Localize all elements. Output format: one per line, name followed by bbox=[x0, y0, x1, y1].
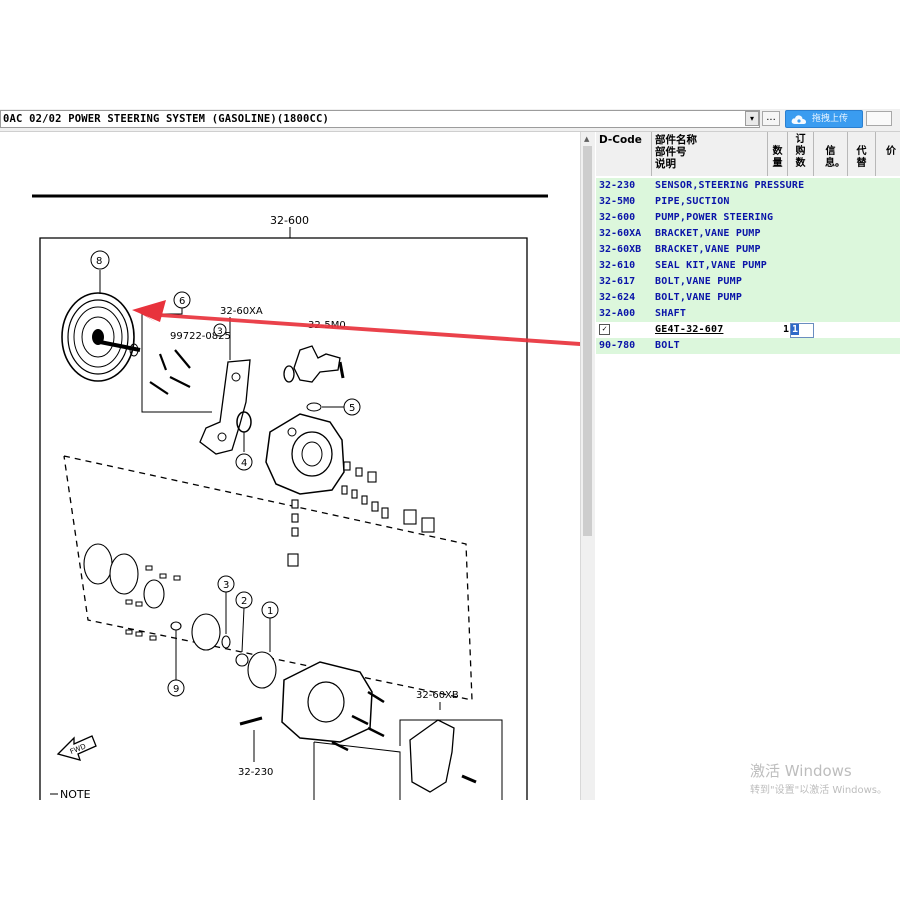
app-window: 0AC 02/02 POWER STEERING SYSTEM (GASOLIN… bbox=[0, 103, 900, 800]
table-row[interactable]: 32-624 BOLT,VANE PUMP bbox=[596, 290, 900, 306]
parts-list-panel: D-Code 部件名称 部件号 说明 数量 订购数 信息。 代替 价 32-23… bbox=[596, 132, 900, 800]
diagram-scrollbar[interactable]: ▲ bbox=[580, 132, 595, 800]
parts-table-header: D-Code 部件名称 部件号 说明 数量 订购数 信息。 代替 价 bbox=[596, 132, 900, 177]
pulley-part bbox=[61, 292, 141, 382]
table-row[interactable]: 32-600 PUMP,POWER STEERING bbox=[596, 210, 900, 226]
fwd-arrow-icon: FWD bbox=[56, 735, 97, 761]
chevron-down-icon[interactable]: ▾ bbox=[745, 111, 759, 126]
scrollbar-thumb[interactable] bbox=[583, 146, 592, 536]
more-button[interactable]: ... bbox=[762, 111, 780, 126]
label-32-230: 32-230 bbox=[238, 767, 273, 778]
table-row[interactable]: 32-617 BOLT,VANE PUMP bbox=[596, 274, 900, 290]
pump-internals bbox=[83, 543, 277, 689]
column-price[interactable]: 价 bbox=[876, 132, 900, 176]
callout-8: 8 bbox=[96, 256, 102, 267]
callout-9: 9 bbox=[173, 684, 179, 695]
pump-body bbox=[265, 413, 345, 495]
row-checkbox[interactable]: ✓ bbox=[599, 324, 610, 335]
callout-5: 5 bbox=[349, 403, 355, 414]
callout-3b: 3 bbox=[223, 580, 229, 591]
rear-housing bbox=[281, 661, 401, 800]
label-32-60XB: 32-60XB bbox=[416, 690, 459, 701]
parts-table-body: 32-230 SENSOR,STEERING PRESSURE 32-5M0 P… bbox=[596, 176, 900, 800]
callout-6: 6 bbox=[179, 296, 185, 307]
column-info[interactable]: 信息。 bbox=[814, 132, 848, 176]
table-row[interactable]: 32-230 SENSOR,STEERING PRESSURE bbox=[596, 178, 900, 194]
blank-button[interactable] bbox=[866, 111, 892, 126]
column-order-qty[interactable]: 订购数 bbox=[788, 132, 814, 176]
toolbar: 0AC 02/02 POWER STEERING SYSTEM (GASOLIN… bbox=[0, 109, 900, 132]
page-background bbox=[0, 800, 900, 900]
windows-activation-watermark: 激活 Windows 转到"设置"以激活 Windows。 bbox=[750, 762, 888, 796]
table-row[interactable]: 32-60XB BRACKET,VANE PUMP bbox=[596, 242, 900, 258]
table-row[interactable]: 32-60XA BRACKET,VANE PUMP bbox=[596, 226, 900, 242]
column-substitute[interactable]: 代替 bbox=[848, 132, 876, 176]
callout-4: 4 bbox=[241, 458, 247, 469]
callout-2: 2 bbox=[241, 596, 247, 607]
exploded-view-drawing: 32-600 8 6 99722-0825 32-60XA 3 4 5 3 2 … bbox=[32, 194, 580, 800]
column-quantity[interactable]: 数量 bbox=[768, 132, 788, 176]
parts-diagram[interactable]: 32-600 8 6 99722-0825 32-60XA 3 4 5 3 2 … bbox=[0, 132, 580, 800]
table-row[interactable]: 32-A00 SHAFT bbox=[596, 306, 900, 322]
table-row[interactable]: 32-5M0 PIPE,SUCTION bbox=[596, 194, 900, 210]
selected-part-row[interactable]: ✓ GE4T-32-607 1 1 bbox=[596, 322, 900, 338]
upload-button[interactable]: 拖拽上传 bbox=[785, 110, 863, 128]
bolt-set bbox=[149, 349, 191, 395]
table-row[interactable]: 32-610 SEAL KIT,VANE PUMP bbox=[596, 258, 900, 274]
cloud-icon bbox=[791, 115, 806, 124]
callout-1: 1 bbox=[267, 606, 273, 617]
label-32-600: 32-600 bbox=[270, 214, 309, 227]
upload-button-label: 拖拽上传 bbox=[812, 114, 849, 124]
part-quantity: 1 bbox=[782, 324, 789, 335]
page-selector-field[interactable]: 0AC 02/02 POWER STEERING SYSTEM (GASOLIN… bbox=[0, 110, 760, 128]
part-number: GE4T-32-607 bbox=[655, 324, 724, 335]
column-dcode[interactable]: D-Code bbox=[596, 132, 652, 176]
callout-3a: 3 bbox=[217, 327, 223, 337]
label-32-60XA: 32-60XA bbox=[220, 306, 263, 317]
scroll-up-icon[interactable]: ▲ bbox=[584, 135, 589, 143]
table-row[interactable]: 90-780 BOLT bbox=[596, 338, 900, 354]
label-note: NOTE bbox=[60, 788, 91, 800]
column-part-name[interactable]: 部件名称 部件号 说明 bbox=[652, 132, 768, 176]
order-quantity-input[interactable]: 1 bbox=[790, 323, 814, 338]
